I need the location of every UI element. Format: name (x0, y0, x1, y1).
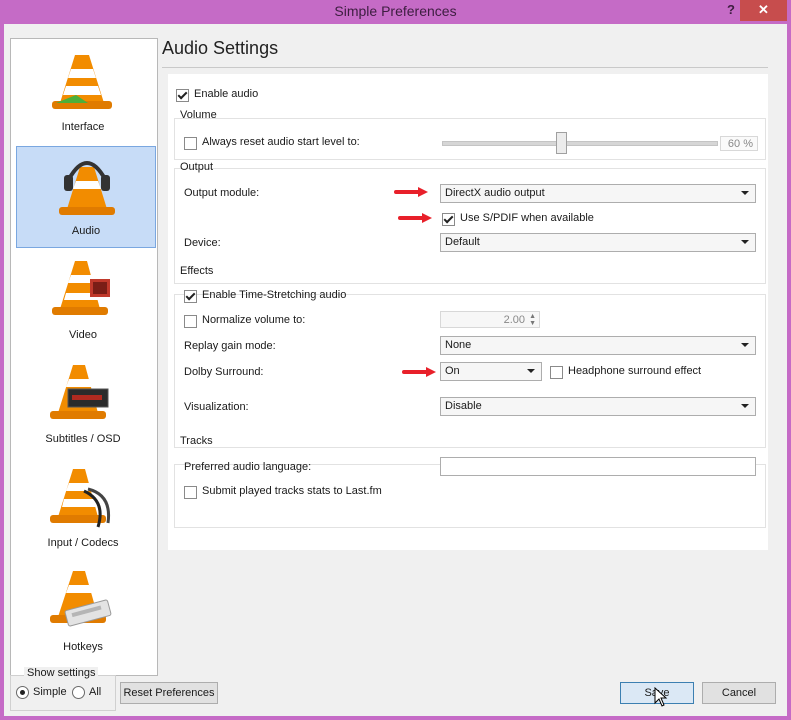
page-title: Audio Settings (162, 38, 279, 58)
dropdown-value: DirectX audio output (445, 187, 545, 199)
dolby-surround-label: Dolby Surround: (184, 366, 264, 378)
checkbox-label: Normalize volume to: (202, 314, 306, 326)
sidebar-item-hotkeys[interactable]: Hotkeys (12, 563, 154, 663)
sidebar-item-audio[interactable]: Audio (16, 146, 156, 248)
cable-cone-icon (50, 469, 111, 528)
checkbox-box[interactable] (184, 290, 197, 303)
all-radio-label: All (89, 686, 102, 698)
replay-gain-dropdown[interactable]: None (440, 336, 756, 355)
output-module-label: Output module: (184, 187, 260, 199)
dropdown-value: On (445, 365, 460, 377)
simple-radio-label: Simple (33, 686, 67, 698)
checkbox-box[interactable] (184, 137, 197, 150)
volume-group-title: Volume (180, 109, 217, 121)
checkbox-box[interactable] (184, 315, 197, 328)
spinbox-value: 2.00 (503, 314, 525, 326)
sidebar-item-video[interactable]: Video (12, 251, 154, 351)
audio-level-value: 60 % (720, 136, 758, 151)
sidebar-item-label: Audio (71, 225, 101, 237)
output-module-dropdown[interactable]: DirectX audio output (440, 184, 756, 203)
chevron-down-icon (527, 369, 535, 373)
keyboard-cone-icon (50, 571, 112, 627)
preferences-client-area: Interface Audio Video Subtitles / OSD In… (4, 24, 787, 716)
effects-group-title: Effects (180, 265, 214, 277)
annotation-arrow (402, 367, 438, 377)
chevron-down-icon (741, 343, 749, 347)
mouse-pointer-icon (654, 687, 668, 707)
checkbox-box[interactable] (184, 486, 197, 499)
headphones-cone-icon (59, 161, 115, 215)
spin-arrows-icon[interactable]: ▲ ▼ (529, 313, 536, 327)
replay-gain-label: Replay gain mode: (184, 340, 276, 352)
output-group-title: Output (180, 161, 214, 173)
device-label: Device: (184, 237, 221, 249)
dropdown-value: None (445, 339, 472, 351)
sidebar-item-label: Video (69, 329, 97, 341)
cancel-button[interactable]: Cancel (702, 682, 776, 704)
close-button[interactable]: ✕ (740, 0, 787, 21)
sidebar-item-label: Hotkeys (63, 641, 103, 653)
category-sidebar: Interface Audio Video Subtitles / OSD In… (10, 38, 158, 676)
annotation-arrow (394, 187, 430, 197)
sidebar-item-subtitles-osd[interactable]: Subtitles / OSD (12, 355, 154, 455)
chevron-down-icon (741, 404, 749, 408)
show-settings-title: Show settings (24, 667, 99, 679)
chevron-down-icon (741, 240, 749, 244)
audio-level-slider-track[interactable] (442, 141, 718, 146)
checkbox-box[interactable] (442, 213, 455, 226)
normalize-value-spinbox[interactable]: 2.00 ▲ ▼ (440, 311, 540, 328)
chevron-down-icon (741, 191, 749, 195)
checkbox-box[interactable] (550, 366, 563, 379)
preferred-audio-language-label: Preferred audio language: (184, 461, 312, 473)
subtitles-cone-icon (50, 365, 109, 419)
sidebar-item-input-codecs[interactable]: Input / Codecs (12, 459, 154, 559)
sidebar-item-label: Input / Codecs (47, 537, 119, 549)
all-radio[interactable] (72, 686, 85, 699)
dropdown-value: Disable (445, 400, 482, 412)
reset-preferences-button[interactable]: Reset Preferences (120, 682, 218, 704)
device-dropdown[interactable]: Default (440, 233, 756, 252)
dropdown-value: Default (445, 236, 480, 248)
heading-divider (162, 67, 768, 68)
checkbox-label: Submit played tracks stats to Last.fm (202, 485, 382, 497)
checkbox-box[interactable] (176, 89, 189, 102)
checkbox-label: Use S/PDIF when available (460, 212, 594, 224)
checkbox-label: Headphone surround effect (568, 365, 702, 377)
window-title: Simple Preferences (334, 3, 457, 19)
annotation-arrow (398, 213, 434, 223)
checkbox-label: Always reset audio start level to: (202, 136, 360, 148)
audio-level-slider-thumb[interactable] (556, 132, 568, 154)
sidebar-item-label: Interface (61, 121, 105, 133)
preferred-audio-language-input[interactable] (440, 457, 756, 476)
title-bar: Simple Preferences ? ✕ (0, 0, 791, 24)
tracks-group-title: Tracks (180, 435, 213, 447)
visualization-dropdown[interactable]: Disable (440, 397, 756, 416)
sidebar-item-interface[interactable]: Interface (12, 43, 154, 143)
checkbox-label: Enable audio (194, 88, 259, 100)
audio-settings-panel: Enable audio Volume Always reset audio s… (168, 74, 768, 550)
visualization-label: Visualization: (184, 401, 249, 413)
vlc-cone-icon (52, 55, 112, 109)
sidebar-item-label: Subtitles / OSD (45, 433, 121, 445)
checkbox-label: Enable Time-Stretching audio (202, 289, 347, 301)
simple-radio[interactable] (16, 686, 29, 699)
dolby-surround-dropdown[interactable]: On (440, 362, 542, 381)
film-cone-icon (52, 261, 110, 315)
